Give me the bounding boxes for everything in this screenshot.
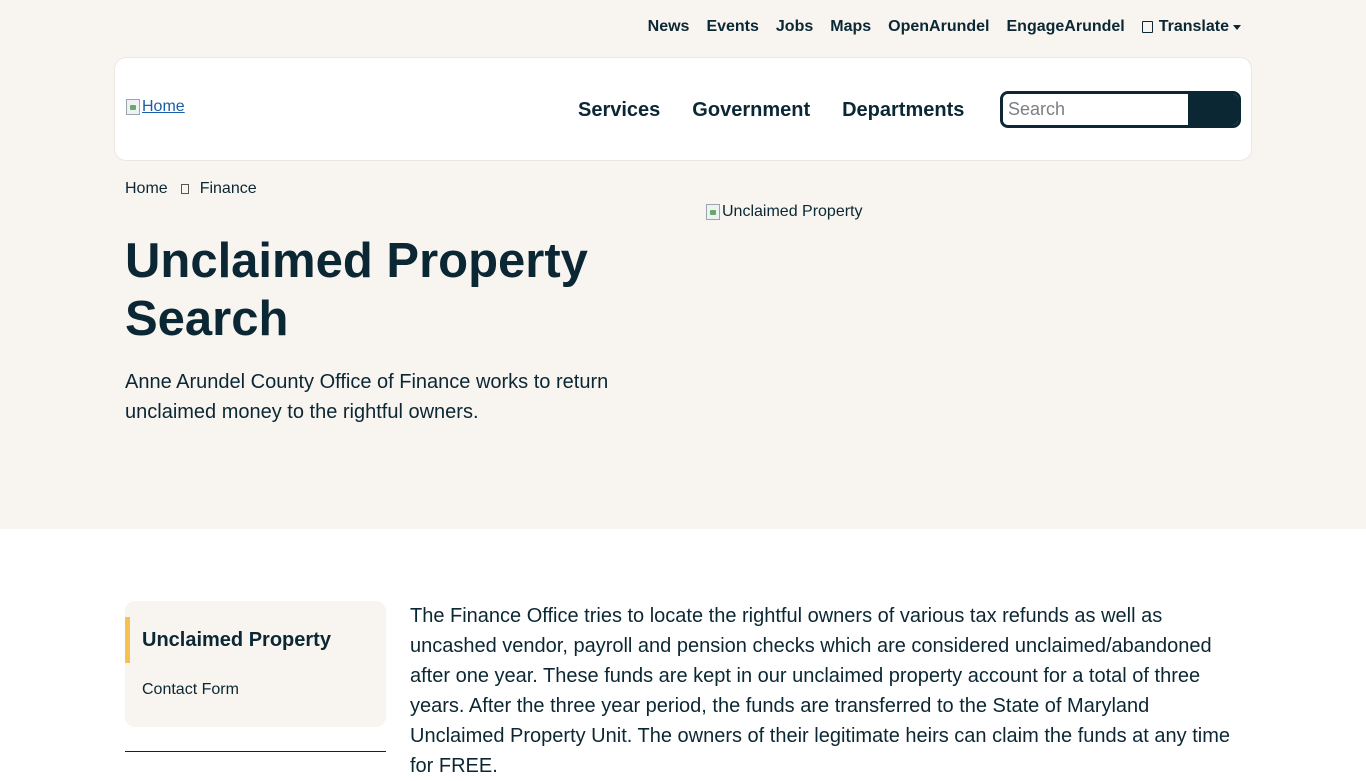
nav-departments[interactable]: Departments: [842, 98, 964, 122]
home-logo-link[interactable]: Home: [126, 98, 185, 116]
nav-government[interactable]: Government: [692, 98, 810, 122]
chevron-down-icon: [1233, 24, 1241, 30]
page-title: Unclaimed Property Search: [125, 234, 588, 346]
sidebar-item-unclaimed-property[interactable]: Unclaimed Property: [125, 617, 331, 663]
main-body-text: The Finance Office tries to locate the r…: [410, 605, 1230, 777]
broken-image-icon: [706, 204, 720, 220]
search-input[interactable]: [1003, 94, 1190, 125]
hero-image-alt: Unclaimed Property: [722, 203, 863, 220]
utility-link-maps[interactable]: Maps: [830, 17, 871, 37]
sidebar-item-contact-form[interactable]: Contact Form: [142, 681, 239, 699]
site-header: Home Services Government Departments: [114, 57, 1252, 161]
logo-alt-text: Home: [142, 98, 185, 115]
breadcrumb: Home Finance: [125, 180, 257, 198]
section-sidebar: Unclaimed Property Contact Form: [125, 601, 386, 727]
breadcrumb-home[interactable]: Home: [125, 180, 168, 198]
translate-label: Translate: [1158, 18, 1229, 35]
language-icon: [1141, 21, 1153, 33]
nav-services[interactable]: Services: [578, 98, 660, 122]
translate-dropdown[interactable]: Translate: [1141, 18, 1241, 36]
broken-image-icon: [126, 99, 140, 115]
breadcrumb-finance[interactable]: Finance: [200, 180, 257, 198]
search-button[interactable]: [1190, 94, 1238, 125]
utility-link-jobs[interactable]: Jobs: [776, 17, 813, 37]
search-form: [1000, 91, 1241, 128]
utility-nav: News Events Jobs Maps OpenArundel Engage…: [631, 17, 1241, 37]
utility-link-news[interactable]: News: [648, 17, 690, 37]
utility-link-events[interactable]: Events: [706, 17, 758, 37]
main-nav: Services Government Departments: [578, 98, 996, 122]
sidebar-divider: [125, 751, 386, 752]
chevron-right-icon: [180, 184, 189, 194]
hero-image: Unclaimed Property: [706, 203, 863, 221]
utility-link-engagearundel[interactable]: EngageArundel: [1007, 17, 1125, 37]
utility-link-openarundel[interactable]: OpenArundel: [888, 17, 989, 37]
page-intro: Anne Arundel County Office of Finance wo…: [125, 371, 609, 423]
